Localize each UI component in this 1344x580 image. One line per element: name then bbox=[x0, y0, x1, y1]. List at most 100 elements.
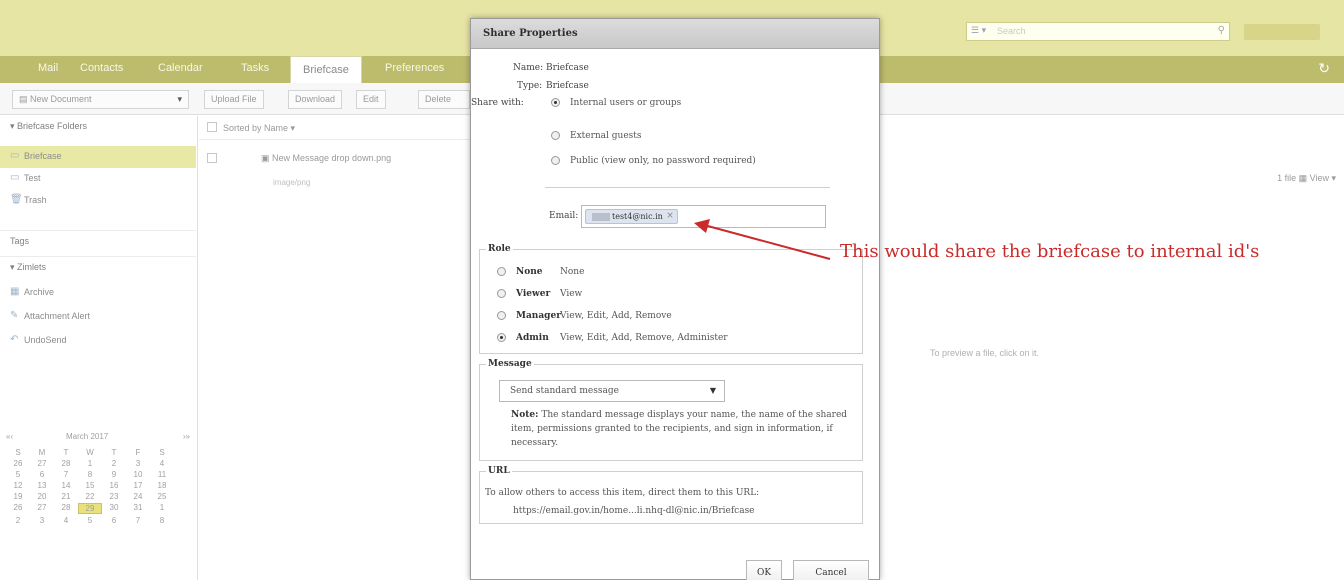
calendar-day[interactable]: 28 bbox=[54, 459, 78, 468]
calendar-day[interactable]: 22 bbox=[78, 492, 102, 501]
delete-button[interactable]: Delete bbox=[418, 90, 470, 109]
file-list: Sorted by Name ▾ ▣ New Message drop down… bbox=[199, 116, 471, 580]
calendar-day[interactable]: 20 bbox=[30, 492, 54, 501]
calendar-day[interactable]: 6 bbox=[30, 470, 54, 479]
name-value: Briefcase bbox=[546, 63, 589, 73]
calendar-day[interactable]: 7 bbox=[126, 516, 150, 525]
calendar-day[interactable]: 27 bbox=[30, 459, 54, 468]
calendar-day[interactable]: 24 bbox=[126, 492, 150, 501]
next-month-button[interactable]: ›» bbox=[183, 432, 190, 441]
ok-button[interactable]: OK bbox=[746, 560, 782, 580]
cancel-button[interactable]: Cancel bbox=[793, 560, 869, 580]
row-checkbox[interactable] bbox=[207, 153, 217, 163]
name-label: Name: bbox=[513, 63, 544, 73]
calendar-day[interactable]: 11 bbox=[150, 470, 174, 479]
annotation-text: This would share the briefcase to intern… bbox=[840, 241, 1260, 262]
message-legend: Message bbox=[488, 359, 532, 369]
role-none-radio[interactable]: None None bbox=[497, 267, 584, 277]
weekday-label: W bbox=[86, 448, 94, 457]
list-item[interactable]: ▣ New Message drop down.png bbox=[261, 153, 391, 164]
weekday-label: F bbox=[135, 448, 141, 457]
share-internal-radio[interactable]: Internal users or groups bbox=[551, 98, 681, 108]
search-icon[interactable]: ⚲ bbox=[1218, 25, 1225, 36]
calendar-day[interactable]: 4 bbox=[54, 516, 78, 525]
file-meta: image/png bbox=[273, 178, 311, 187]
calendar-day[interactable]: 9 bbox=[102, 470, 126, 479]
calendar-day[interactable]: 12 bbox=[6, 481, 30, 490]
preview-hint: To preview a file, click on it. bbox=[930, 348, 1040, 358]
calendar-day[interactable]: 27 bbox=[30, 503, 54, 514]
calendar-day[interactable]: 8 bbox=[78, 470, 102, 479]
tab-preferences[interactable]: Preferences bbox=[385, 62, 444, 74]
dialog-title: Share Properties bbox=[471, 19, 879, 49]
calendar-day[interactable]: 2 bbox=[6, 516, 30, 525]
calendar-day[interactable]: 1 bbox=[150, 503, 174, 514]
select-all-checkbox[interactable] bbox=[207, 122, 217, 132]
email-chip[interactable]: test4@nic.in × bbox=[585, 209, 678, 224]
message-select[interactable]: Send standard message ▼ bbox=[499, 380, 725, 402]
calendar-day[interactable]: 3 bbox=[126, 459, 150, 468]
role-admin-radio[interactable]: Admin View, Edit, Add, Remove, Administer bbox=[497, 333, 728, 343]
share-external-radio[interactable]: External guests bbox=[551, 131, 642, 141]
sidebar-item-trash[interactable]: 🗑 Trash bbox=[0, 190, 196, 212]
calendar-day[interactable]: 15 bbox=[78, 481, 102, 490]
calendar-day[interactable]: 5 bbox=[6, 470, 30, 479]
calendar-day[interactable]: 26 bbox=[6, 503, 30, 514]
sidebar-item-briefcase[interactable]: ▭ Briefcase bbox=[0, 146, 196, 168]
calendar-day[interactable]: 18 bbox=[150, 481, 174, 490]
search-input[interactable]: ☰ ▾ Search ⚲ bbox=[966, 22, 1230, 41]
prev-month-button[interactable]: «‹ bbox=[6, 432, 13, 441]
zimlets-header[interactable]: ▾ Zimlets bbox=[0, 256, 196, 278]
tags-header[interactable]: Tags bbox=[0, 230, 196, 252]
calendar-day[interactable]: 4 bbox=[150, 459, 174, 468]
calendar-day[interactable]: 17 bbox=[126, 481, 150, 490]
user-menu[interactable] bbox=[1244, 24, 1320, 40]
share-public-radio[interactable]: Public (view only, no password required) bbox=[551, 156, 756, 166]
upload-file-button[interactable]: Upload File bbox=[204, 90, 264, 109]
calendar-day[interactable]: 30 bbox=[102, 503, 126, 514]
sidebar-item-attachment-alert[interactable]: ✎ Attachment Alert bbox=[0, 306, 196, 328]
tab-calendar[interactable]: Calendar bbox=[158, 62, 203, 74]
refresh-icon[interactable]: ↻ bbox=[1318, 60, 1330, 77]
calendar-day[interactable]: 21 bbox=[54, 492, 78, 501]
calendar-day[interactable]: 31 bbox=[126, 503, 150, 514]
tab-mail[interactable]: Mail bbox=[38, 62, 58, 74]
calendar-day[interactable]: 25 bbox=[150, 492, 174, 501]
remove-icon[interactable]: × bbox=[666, 211, 674, 221]
role-viewer-radio[interactable]: Viewer View bbox=[497, 289, 582, 299]
role-manager-radio[interactable]: ManagerView, Edit, Add, Remove bbox=[497, 311, 672, 321]
calendar-day[interactable]: 19 bbox=[6, 492, 30, 501]
search-type-dropdown[interactable]: ☰ ▾ bbox=[971, 25, 986, 36]
calendar-day[interactable]: 7 bbox=[54, 470, 78, 479]
tab-tasks[interactable]: Tasks bbox=[241, 62, 269, 74]
calendar-day[interactable]: 14 bbox=[54, 481, 78, 490]
download-button[interactable]: Download bbox=[288, 90, 343, 109]
calendar-day[interactable]: 13 bbox=[30, 481, 54, 490]
new-document-button[interactable]: ▤ New Document ▾ bbox=[12, 90, 189, 109]
calendar-day[interactable]: 10 bbox=[126, 470, 150, 479]
annotation-arrow bbox=[694, 219, 831, 260]
calendar-day[interactable]: 26 bbox=[6, 459, 30, 468]
calendar-day[interactable]: 23 bbox=[102, 492, 126, 501]
calendar-day[interactable]: 16 bbox=[102, 481, 126, 490]
tab-contacts[interactable]: Contacts bbox=[80, 62, 123, 74]
sidebar-item-archive[interactable]: ▦ Archive bbox=[0, 282, 196, 304]
calendar-day[interactable]: 1 bbox=[78, 459, 102, 468]
edit-button[interactable]: Edit bbox=[356, 90, 386, 109]
calendar-day[interactable]: 3 bbox=[30, 516, 54, 525]
calendar-day[interactable]: 5 bbox=[78, 516, 102, 525]
calendar-day[interactable]: 2 bbox=[102, 459, 126, 468]
view-controls[interactable]: 1 file ▦ View ▾ bbox=[1277, 173, 1336, 184]
role-legend: Role bbox=[488, 244, 511, 254]
share-url[interactable]: https://email.gov.in/home...li.nhq-dl@ni… bbox=[513, 506, 755, 516]
list-header[interactable]: Sorted by Name ▾ bbox=[199, 116, 471, 140]
tab-briefcase[interactable]: Briefcase bbox=[290, 56, 362, 83]
calendar-day[interactable]: 29 bbox=[78, 503, 102, 514]
weekday-label: S bbox=[15, 448, 21, 457]
calendar-day[interactable]: 28 bbox=[54, 503, 78, 514]
calendar-day[interactable]: 8 bbox=[150, 516, 174, 525]
calendar-day[interactable]: 6 bbox=[102, 516, 126, 525]
sidebar-item-undosend[interactable]: ↶ UndoSend bbox=[0, 330, 196, 352]
folders-header[interactable]: ▾ Briefcase Folders bbox=[0, 116, 196, 138]
sidebar-item-test[interactable]: ▭ Test bbox=[0, 168, 196, 190]
